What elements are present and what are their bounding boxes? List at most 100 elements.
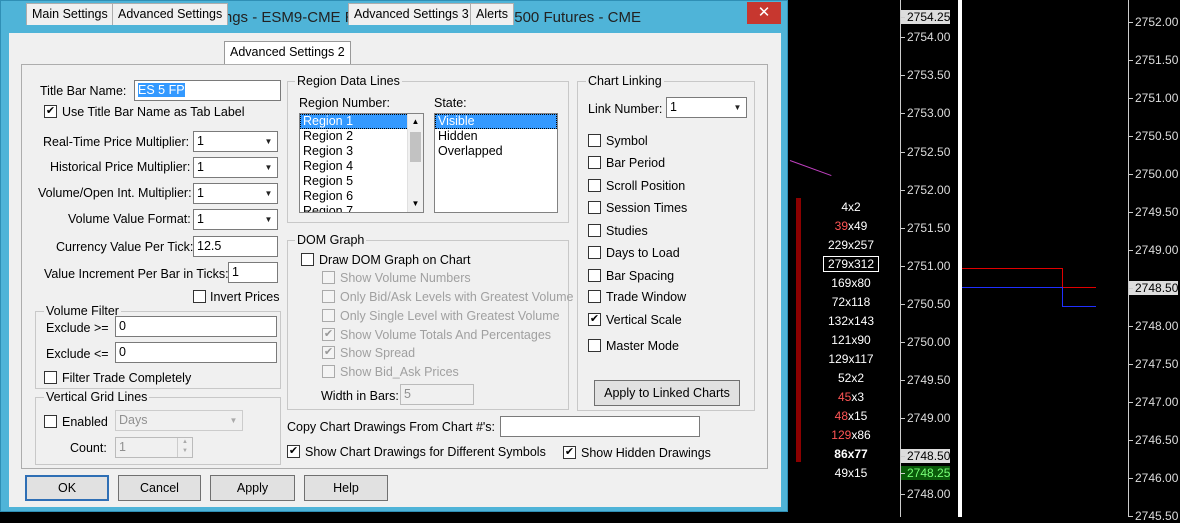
list-item[interactable]: Visible xyxy=(435,114,557,129)
historical-multiplier-label: Historical Price Multiplier: xyxy=(50,160,191,174)
volume-format-value: 1 xyxy=(197,212,204,226)
price-tick: 2746.00 xyxy=(1129,471,1178,485)
ask-volume: 49 xyxy=(854,219,868,233)
ask-volume: 77 xyxy=(854,447,868,461)
use-title-bar-checkbox[interactable]: ✔ xyxy=(44,105,57,118)
link-bar-period-checkbox[interactable] xyxy=(588,156,601,169)
tab-alerts[interactable]: Alerts xyxy=(470,3,514,25)
dom-option-checkbox[interactable] xyxy=(322,271,335,284)
bid-volume: 4 xyxy=(841,200,848,214)
cancel-button[interactable]: Cancel xyxy=(118,475,201,501)
chart-linking-title: Chart Linking xyxy=(586,74,664,88)
chevron-down-icon: ▼ xyxy=(229,416,238,425)
currency-value-input[interactable]: 12.5 xyxy=(193,236,278,257)
link-session-times-checkbox[interactable] xyxy=(588,201,601,214)
price-tick: 2749.00 xyxy=(1129,243,1178,257)
count-value: 1 xyxy=(119,440,126,454)
volume-oi-multiplier-select[interactable]: 1 ▼ xyxy=(193,183,278,204)
close-button[interactable]: ✕ xyxy=(747,2,781,24)
dom-option-checkbox[interactable]: ✔ xyxy=(322,328,335,341)
count-stepper[interactable]: 1 ▲ ▼ xyxy=(115,437,193,458)
link-trade-window-checkbox[interactable] xyxy=(588,290,601,303)
ask-volume: 117 xyxy=(854,352,874,366)
tab-main-settings[interactable]: Main Settings xyxy=(26,3,114,25)
ask-volume: 15 xyxy=(854,466,868,480)
link-bar-spacing-checkbox[interactable] xyxy=(588,269,601,282)
exclude-le-input[interactable]: 0 xyxy=(115,342,277,363)
bid-volume: 129 xyxy=(831,428,852,442)
show-diff-symbols-checkbox[interactable]: ✔ xyxy=(287,445,300,458)
volume-row: 279x312 xyxy=(806,255,896,274)
list-item[interactable]: Overlapped xyxy=(435,144,557,159)
width-in-bars-input[interactable]: 5 xyxy=(400,384,474,405)
list-item[interactable]: Region 3 xyxy=(300,144,423,159)
link-scroll-position-checkbox[interactable] xyxy=(588,179,601,192)
realtime-multiplier-select[interactable]: 1 ▼ xyxy=(193,131,278,152)
spin-arrows-icon[interactable]: ▲ ▼ xyxy=(177,438,192,457)
title-bar-name-value: ES 5 FP xyxy=(138,83,185,97)
chart-separator xyxy=(958,0,962,517)
price-tick: 2752.00 xyxy=(901,183,950,197)
help-button[interactable]: Help xyxy=(304,475,388,501)
scroll-up-icon[interactable]: ▲ xyxy=(408,114,423,130)
value-increment-input[interactable]: 1 xyxy=(228,262,278,283)
blue-price-step xyxy=(1062,287,1063,307)
list-item[interactable]: Region 6 xyxy=(300,189,423,204)
link-studies-checkbox[interactable] xyxy=(588,224,601,237)
list-item[interactable]: Region 4 xyxy=(300,159,423,174)
dom-option-checkbox[interactable] xyxy=(322,290,335,303)
historical-multiplier-select[interactable]: 1 ▼ xyxy=(193,157,278,178)
list-item[interactable]: Region 1 xyxy=(300,114,423,129)
filter-trade-checkbox[interactable] xyxy=(44,371,57,384)
draw-dom-checkbox[interactable] xyxy=(301,253,314,266)
region-scrollbar[interactable]: ▲ ▼ xyxy=(407,114,423,212)
link-number-select[interactable]: 1 ▼ xyxy=(666,97,747,118)
scroll-down-icon[interactable]: ▼ xyxy=(408,196,423,212)
list-item[interactable]: Region 7 xyxy=(300,204,423,212)
link-symbol-checkbox[interactable] xyxy=(588,134,601,147)
price-scale-right[interactable]: 2752.00 2751.50 2751.00 2750.50 2750.00 2749.… xyxy=(1128,0,1180,523)
invert-prices-label: Invert Prices xyxy=(210,290,280,304)
link-days-to-load-checkbox[interactable] xyxy=(588,246,601,259)
state-list[interactable]: Visible Hidden Overlapped xyxy=(434,113,558,213)
tab-advanced-settings[interactable]: Advanced Settings xyxy=(112,3,229,25)
volume-profile-bar xyxy=(796,198,801,462)
ok-button[interactable]: OK xyxy=(25,475,109,501)
enabled-label: Enabled xyxy=(62,415,108,429)
invert-prices-checkbox[interactable] xyxy=(193,290,206,303)
apply-linked-charts-button[interactable]: Apply to Linked Charts xyxy=(594,380,740,406)
chevron-down-icon: ▼ xyxy=(264,163,273,172)
list-item[interactable]: Region 2 xyxy=(300,129,423,144)
count-label: Count: xyxy=(70,441,107,455)
dom-option-checkbox[interactable] xyxy=(322,365,335,378)
price-tick: 2750.00 xyxy=(1129,167,1178,181)
tab-advanced-settings-3[interactable]: Advanced Settings 3 xyxy=(348,3,475,25)
volume-column: 4x2 39x49 229x257 279x312 169x80 72x118 132x14… xyxy=(806,198,896,483)
volume-row: 45x3 xyxy=(806,388,896,407)
enabled-checkbox[interactable] xyxy=(44,415,57,428)
dom-graph-title: DOM Graph xyxy=(295,233,367,247)
link-item-label: Session Times xyxy=(606,201,688,215)
copy-drawings-input[interactable] xyxy=(500,416,700,437)
exclude-ge-input[interactable]: 0 xyxy=(115,316,277,337)
dom-option-checkbox[interactable]: ✔ xyxy=(322,346,335,359)
tab-advanced-settings-2[interactable]: Advanced Settings 2 xyxy=(224,41,351,66)
list-item[interactable]: Region 5 xyxy=(300,174,423,189)
bid-volume: 169 xyxy=(831,276,852,290)
apply-button[interactable]: Apply xyxy=(210,475,295,501)
link-master-mode-checkbox[interactable] xyxy=(588,339,601,352)
grid-interval-select[interactable]: Days ▼ xyxy=(115,410,243,431)
price-tick: 2751.00 xyxy=(1129,91,1178,105)
dom-option-checkbox[interactable] xyxy=(322,309,335,322)
state-label: State: xyxy=(434,96,467,110)
volume-format-select[interactable]: 1 ▼ xyxy=(193,209,278,230)
region-number-list[interactable]: Region 1 Region 2 Region 3 Region 4 Regi… xyxy=(299,113,424,213)
link-vertical-scale-checkbox[interactable]: ✔ xyxy=(588,313,601,326)
price-tick: 2749.50 xyxy=(901,373,950,387)
price-scale-left[interactable]: 2754.25 2754.00 2753.50 2753.00 2752.50 2752.… xyxy=(900,0,958,517)
list-item[interactable]: Hidden xyxy=(435,129,557,144)
scroll-thumb[interactable] xyxy=(410,132,421,162)
realtime-multiplier-label: Real-Time Price Multiplier: xyxy=(43,135,190,149)
show-hidden-drawings-checkbox[interactable]: ✔ xyxy=(563,446,576,459)
title-bar-name-input[interactable]: ES 5 FP xyxy=(134,80,281,101)
